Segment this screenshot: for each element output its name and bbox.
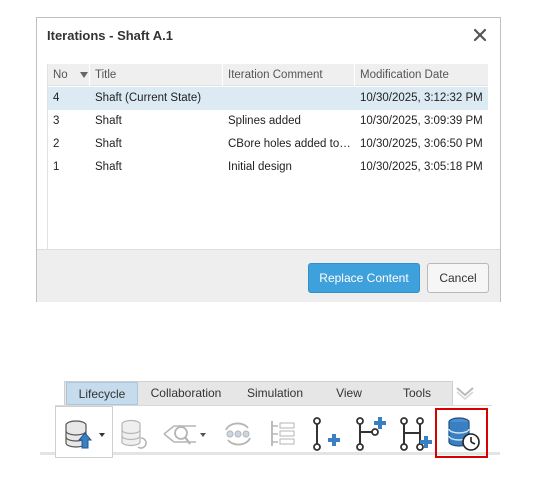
column-header-no-label: No — [53, 69, 68, 81]
cycle-sync-button[interactable] — [218, 406, 258, 458]
highlight-box — [435, 408, 488, 458]
row-comment: Initial design — [228, 161, 292, 173]
dialog-footer: Replace Content Cancel — [37, 249, 500, 302]
replace-content-button[interactable]: Replace Content — [308, 263, 420, 293]
row-date: 10/30/2025, 3:12:32 PM — [360, 92, 483, 104]
add-node-button[interactable] — [306, 406, 346, 458]
table-row[interactable]: 4 Shaft (Current State) 10/30/2025, 3:12… — [48, 87, 488, 110]
tab-tools[interactable]: Tools — [395, 382, 439, 405]
row-no: 2 — [53, 138, 60, 150]
dropdown-arrow-icon[interactable] — [99, 433, 105, 437]
tab-simulation[interactable]: Simulation — [236, 382, 314, 405]
table-header: No Title Iteration Comment Modification … — [48, 64, 488, 86]
column-header-comment[interactable]: Iteration Comment — [223, 64, 355, 86]
search-tree-button[interactable] — [160, 406, 210, 458]
dialog-header: Iterations - Shaft A.1 — [37, 18, 500, 54]
add-h-branch-icon — [400, 417, 432, 451]
row-title: Shaft (Current State) — [95, 92, 202, 104]
row-date: 10/30/2025, 3:05:18 PM — [360, 161, 483, 173]
dropdown-arrow-icon[interactable] — [200, 433, 206, 437]
close-icon[interactable] — [470, 25, 490, 45]
ribbon-tab-bar: Lifecycle Collaboration Simulation View … — [64, 381, 453, 406]
cancel-button[interactable]: Cancel — [427, 263, 489, 293]
add-node-icon — [313, 417, 340, 451]
database-refresh-button[interactable] — [115, 406, 153, 458]
column-header-date-label: Modification Date — [360, 69, 449, 81]
row-no: 1 — [53, 161, 60, 173]
add-branch-button[interactable] — [350, 406, 392, 458]
dialog-title: Iterations - Shaft A.1 — [47, 28, 173, 43]
add-h-branch-button[interactable] — [395, 406, 435, 458]
table-row[interactable]: 2 Shaft CBore holes added to… 10/30/2025… — [48, 133, 488, 156]
iterations-dialog: Iterations - Shaft A.1 No Title Iteratio… — [36, 17, 501, 302]
row-no: 3 — [53, 115, 60, 127]
tab-lifecycle[interactable]: Lifecycle — [66, 382, 138, 405]
cycle-sync-icon — [225, 422, 251, 446]
database-upload-button[interactable] — [55, 406, 113, 458]
column-header-comment-label: Iteration Comment — [228, 69, 323, 81]
column-header-title-label: Title — [95, 69, 117, 81]
row-comment — [223, 87, 355, 110]
row-date: 10/30/2025, 3:09:39 PM — [360, 115, 483, 127]
row-comment: CBore holes added to… — [228, 138, 351, 150]
table-row[interactable]: 1 Shaft Initial design 10/30/2025, 3:05:… — [48, 156, 488, 179]
tab-collaboration[interactable]: Collaboration — [141, 382, 231, 405]
column-header-date[interactable]: Modification Date — [355, 64, 489, 86]
chevron-down-icon[interactable] — [454, 383, 476, 401]
row-no: 4 — [53, 92, 60, 104]
database-refresh-icon — [121, 419, 147, 449]
tree-list-button[interactable] — [263, 406, 301, 458]
table-row[interactable]: 3 Shaft Splines added 10/30/2025, 3:09:3… — [48, 110, 488, 133]
database-upload-icon — [65, 420, 93, 449]
column-header-title[interactable]: Title — [90, 64, 223, 86]
tree-list-icon — [271, 421, 295, 446]
search-tree-icon — [163, 425, 196, 445]
row-title: Shaft — [95, 138, 122, 150]
add-branch-icon — [356, 417, 386, 451]
row-title: Shaft — [95, 115, 122, 127]
row-date: 10/30/2025, 3:06:50 PM — [360, 138, 483, 150]
row-comment: Splines added — [228, 115, 301, 127]
tab-view[interactable]: View — [327, 382, 371, 405]
sort-descending-icon[interactable] — [80, 72, 88, 78]
iterations-table: No Title Iteration Comment Modification … — [47, 64, 488, 256]
row-title: Shaft — [95, 161, 122, 173]
